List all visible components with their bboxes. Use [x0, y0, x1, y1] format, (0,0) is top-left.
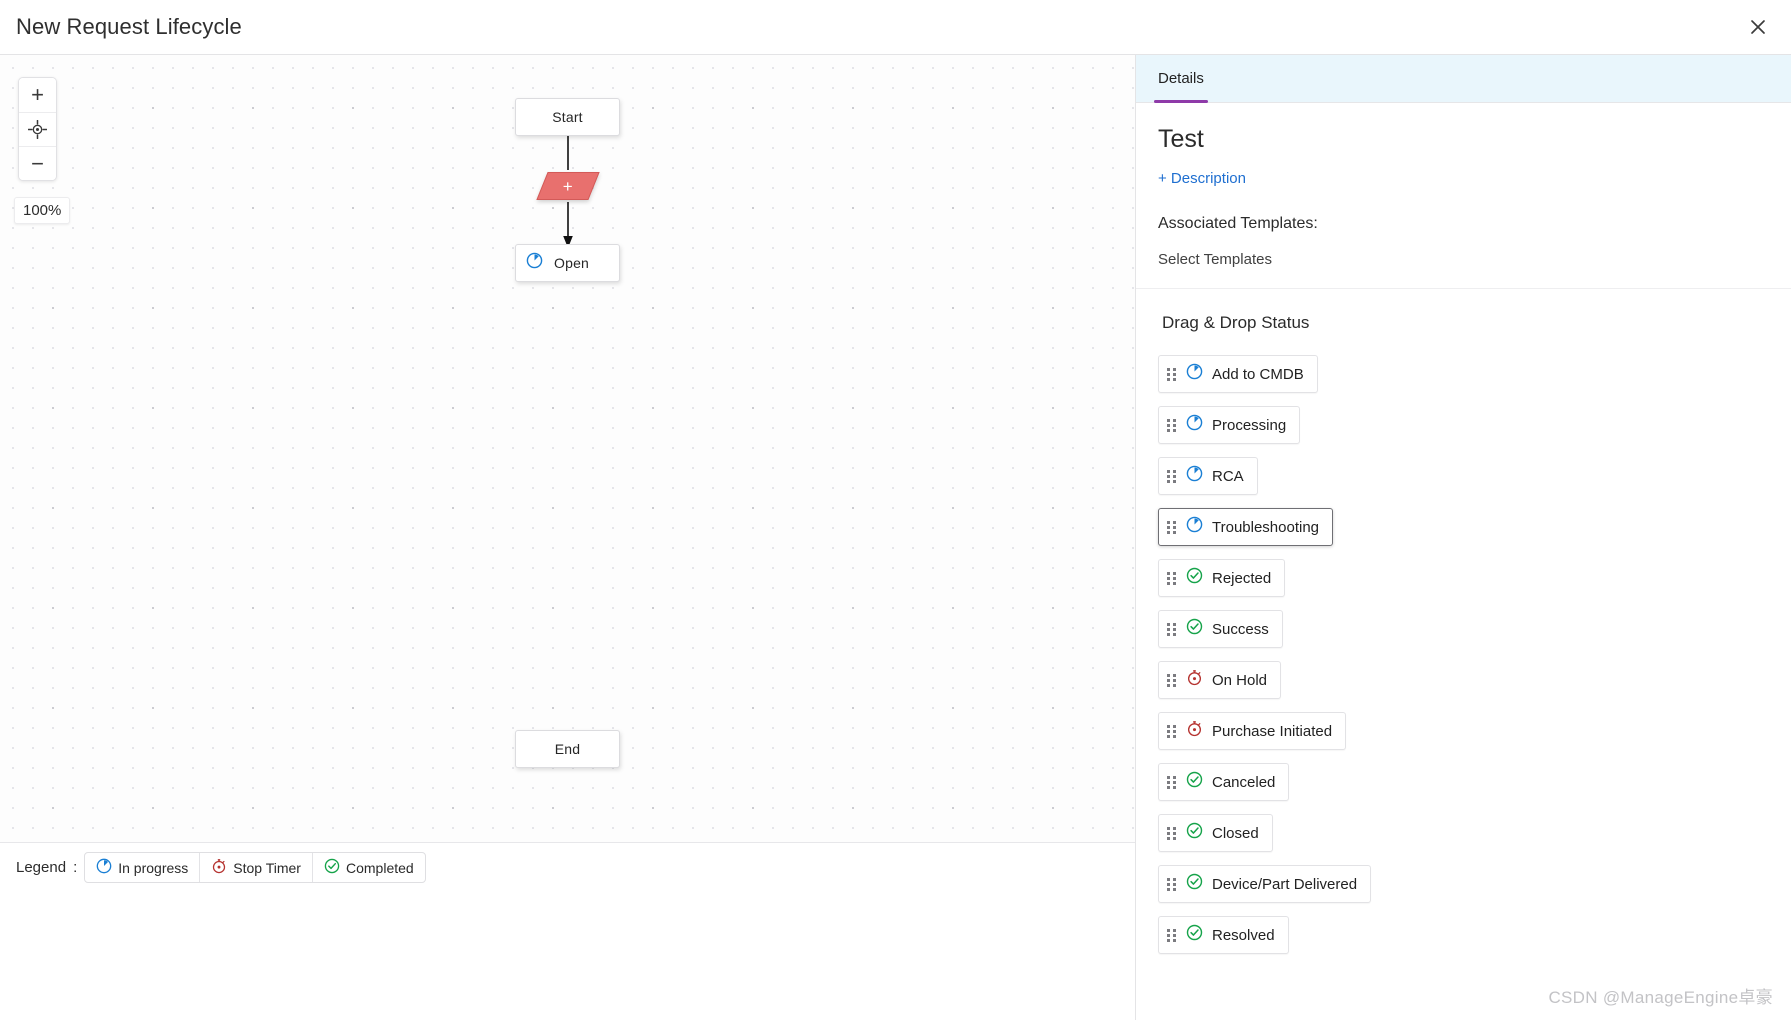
- legend-item-label: Stop Timer: [233, 859, 301, 876]
- crosshair-target-icon[interactable]: [19, 112, 56, 146]
- status-list: Add to CMDB Processing RCA Troubleshooting R…: [1158, 355, 1769, 954]
- completed-icon: [324, 858, 340, 877]
- in-progress-icon: [1186, 516, 1203, 538]
- status-label: Device/Part Delivered: [1212, 875, 1358, 893]
- drag-handle-icon[interactable]: [1167, 418, 1177, 433]
- drag-handle-icon[interactable]: [1167, 826, 1177, 841]
- panel-header-section: Test + Description Associated Templates:…: [1136, 103, 1791, 289]
- completed-icon: [1186, 771, 1203, 793]
- status-chip[interactable]: Rejected: [1158, 559, 1286, 597]
- drag-handle-icon[interactable]: [1167, 469, 1177, 484]
- drag-handle-icon[interactable]: [1167, 520, 1177, 535]
- tab-details[interactable]: Details: [1136, 55, 1226, 103]
- stop-timer-icon: [211, 858, 227, 877]
- flow-node-end[interactable]: End: [515, 730, 620, 768]
- page-title: New Request Lifecycle: [16, 14, 242, 39]
- legend-item-label: Completed: [345, 859, 414, 876]
- status-chip[interactable]: Processing: [1158, 406, 1301, 444]
- drag-drop-status-title: Drag & Drop Status: [1162, 313, 1310, 332]
- legend-title: Legend: [16, 859, 67, 876]
- flow-node-start[interactable]: Start: [515, 98, 620, 136]
- zoom-out-button[interactable]: −: [19, 146, 56, 180]
- drag-handle-icon[interactable]: [1167, 877, 1177, 892]
- status-label: On Hold: [1212, 671, 1268, 689]
- details-panel: Details Test + Description Associated Te…: [1135, 55, 1791, 1020]
- zoom-controls: + −: [18, 77, 57, 181]
- status-label: Add to CMDB: [1212, 365, 1304, 383]
- zoom-out-label: −: [31, 150, 44, 176]
- drag-handle-icon[interactable]: [1167, 928, 1177, 943]
- zoom-level-indicator: 100%: [14, 197, 71, 224]
- legend-pill-group: In progress Stop Timer Completed: [84, 852, 426, 883]
- in-progress-icon: [1186, 465, 1203, 487]
- drag-handle-icon[interactable]: [1167, 367, 1177, 382]
- in-progress-icon: [96, 858, 112, 877]
- status-chip[interactable]: Canceled: [1158, 763, 1290, 801]
- status-label: Closed: [1212, 824, 1259, 842]
- flow-node-label: Open: [554, 255, 590, 271]
- flow-node-label: End: [554, 741, 581, 757]
- legend-bar: Legend : In progress Stop Timer Complete…: [0, 842, 1135, 1020]
- drag-handle-icon[interactable]: [1167, 673, 1177, 688]
- legend-item-completed: Completed: [311, 853, 425, 882]
- plus-icon: +: [563, 176, 573, 196]
- status-chip[interactable]: Success: [1158, 610, 1283, 648]
- close-icon[interactable]: [1743, 12, 1773, 42]
- zoom-in-button[interactable]: +: [19, 78, 56, 112]
- drag-drop-status-section: Drag & Drop Status Add to CMDB Processing…: [1136, 289, 1791, 968]
- legend-item-stop-timer: Stop Timer: [199, 853, 312, 882]
- legend-item-in-progress: In progress: [85, 853, 199, 882]
- status-chip[interactable]: RCA: [1158, 457, 1258, 495]
- completed-icon: [1186, 822, 1203, 844]
- drag-handle-icon[interactable]: [1167, 571, 1177, 586]
- legend-separator: :: [73, 859, 78, 876]
- workflow-canvas[interactable]: + − 100% Start + Open End: [0, 55, 1135, 842]
- legend: Legend : In progress Stop Timer Complete…: [16, 852, 426, 883]
- dialog-header: New Request Lifecycle: [0, 0, 1791, 55]
- status-chip[interactable]: Purchase Initiated: [1158, 712, 1347, 750]
- status-chip[interactable]: Add to CMDB: [1158, 355, 1318, 393]
- stop-timer-icon: [1186, 720, 1203, 742]
- associated-templates-label: Associated Templates:: [1158, 215, 1318, 232]
- add-node-button[interactable]: +: [536, 172, 600, 200]
- status-label: Rejected: [1212, 569, 1272, 587]
- flow-node-open[interactable]: Open: [515, 244, 620, 282]
- drag-handle-icon[interactable]: [1167, 724, 1177, 739]
- status-chip[interactable]: Troubleshooting: [1158, 508, 1334, 546]
- status-chip[interactable]: Resolved: [1158, 916, 1289, 954]
- drag-handle-icon[interactable]: [1167, 622, 1177, 637]
- lifecycle-builder-dialog: New Request Lifecycle + − 100% Start + O…: [0, 0, 1791, 1020]
- panel-tabstrip: Details: [1136, 55, 1791, 103]
- flow-node-label: Start: [552, 109, 583, 125]
- select-templates-field[interactable]: Select Templates: [1158, 251, 1769, 268]
- zoom-in-label: +: [31, 82, 44, 107]
- add-description-link[interactable]: + Description: [1158, 170, 1246, 187]
- status-chip[interactable]: On Hold: [1158, 661, 1282, 699]
- status-chip[interactable]: Device/Part Delivered: [1158, 865, 1372, 903]
- completed-icon: [1186, 924, 1203, 946]
- tab-label: Details: [1158, 70, 1204, 87]
- status-label: Success: [1212, 620, 1269, 638]
- status-label: Canceled: [1212, 773, 1276, 791]
- completed-icon: [1186, 618, 1203, 640]
- status-label: Purchase Initiated: [1212, 722, 1333, 740]
- completed-icon: [1186, 873, 1203, 895]
- legend-item-label: In progress: [118, 859, 189, 876]
- drag-handle-icon[interactable]: [1167, 775, 1177, 790]
- status-label: Troubleshooting: [1212, 518, 1320, 536]
- completed-icon: [1186, 567, 1203, 589]
- in-progress-icon: [1186, 363, 1203, 385]
- status-label: Resolved: [1212, 926, 1275, 944]
- in-progress-icon: [526, 252, 543, 274]
- status-label: Processing: [1212, 416, 1287, 434]
- status-label: RCA: [1212, 467, 1244, 485]
- lifecycle-name: Test: [1158, 125, 1204, 153]
- stop-timer-icon: [1186, 669, 1203, 691]
- status-chip[interactable]: Closed: [1158, 814, 1273, 852]
- in-progress-icon: [1186, 414, 1203, 436]
